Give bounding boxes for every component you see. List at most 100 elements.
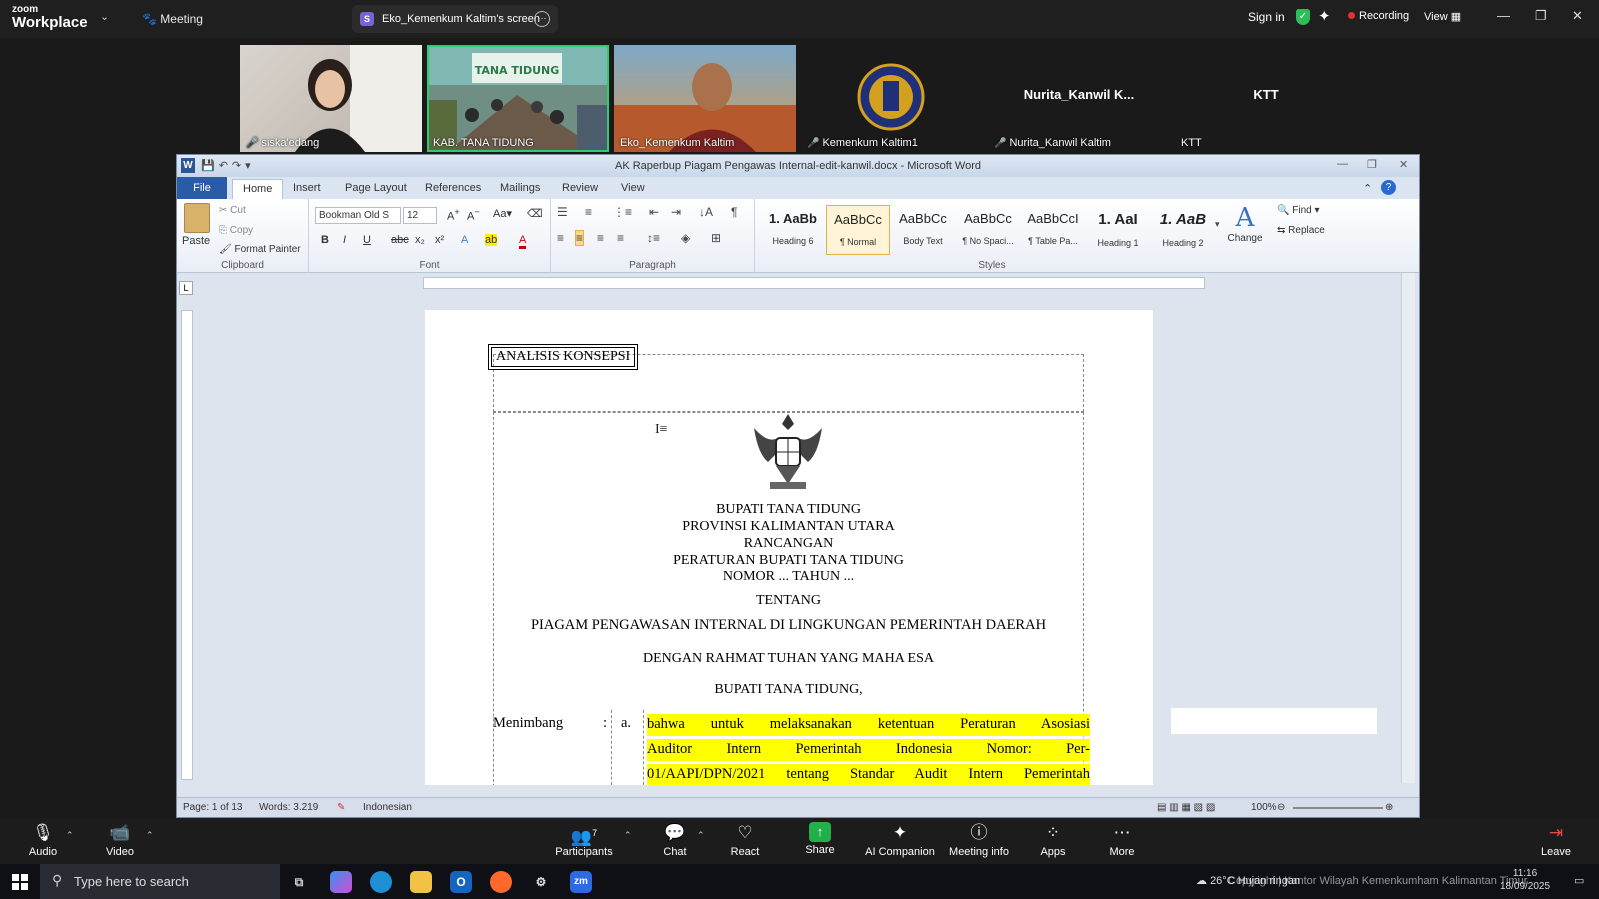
grow-font-icon[interactable]: A+ — [447, 207, 460, 223]
minimize-icon[interactable]: — — [1497, 8, 1510, 23]
text-effects-icon[interactable]: A — [461, 234, 468, 246]
shared-screen-tab[interactable]: S Eko_Kemenkum Kaltim's screen ··· — [352, 5, 558, 33]
find-button[interactable]: 🔍 Find ▾ — [1277, 205, 1320, 216]
tab-file[interactable]: File — [177, 177, 227, 199]
multilevel-list-icon[interactable]: ⋮≡ — [613, 205, 632, 219]
recording-indicator[interactable]: Recording — [1348, 10, 1409, 22]
change-case-icon[interactable]: Aa▾ — [493, 207, 512, 220]
vertical-scrollbar[interactable] — [1401, 273, 1415, 783]
shading-icon[interactable]: ◈ — [681, 231, 690, 245]
bullets-icon[interactable]: ☰ — [557, 205, 568, 219]
strikethrough-icon[interactable]: abc — [391, 234, 409, 246]
video-tile-1[interactable]: 🎤 siska'edang — [240, 45, 422, 152]
share-button[interactable]: ↑ Share — [785, 822, 855, 856]
view-menu[interactable]: View ▦ — [1424, 10, 1461, 23]
system-clock[interactable]: 11:16 18/09/2025 — [1500, 867, 1550, 893]
file-explorer-icon[interactable] — [410, 871, 432, 893]
tab-mailings[interactable]: Mailings — [500, 182, 540, 194]
apps-button[interactable]: ⁘ Apps — [1018, 822, 1088, 858]
word-count[interactable]: Words: 3.219 — [259, 802, 318, 813]
participants-button[interactable]: 👥7 Participants — [549, 822, 619, 858]
tab-review[interactable]: Review — [562, 182, 598, 194]
paste-button[interactable]: Paste — [182, 235, 210, 247]
leave-button[interactable]: ⇥ Leave — [1521, 822, 1591, 858]
outlook-icon[interactable]: O — [450, 871, 472, 893]
change-styles-button[interactable]: A Change — [1225, 203, 1265, 244]
zoom-slider[interactable] — [1293, 807, 1383, 809]
styles-more-icon[interactable]: ▾ — [1215, 219, 1220, 230]
bold-icon[interactable]: B — [321, 234, 329, 246]
horizontal-ruler[interactable] — [423, 277, 1205, 289]
font-color-icon[interactable]: A — [519, 234, 527, 249]
numbering-icon[interactable]: ≡ — [585, 205, 592, 219]
underline-icon[interactable]: U — [363, 234, 371, 246]
font-size-select[interactable]: 12 — [403, 207, 437, 224]
chevron-down-icon[interactable]: ⌄ — [100, 10, 109, 23]
sort-icon[interactable]: ↓A — [699, 205, 713, 219]
sign-in-button[interactable]: Sign in — [1248, 10, 1285, 24]
security-shield-icon[interactable]: ✓ — [1296, 9, 1310, 25]
style-table-paragraph[interactable]: AaBbCcI ¶ Table Pa... — [1021, 205, 1085, 255]
more-button[interactable]: ⋯ More — [1087, 822, 1157, 858]
cut-button[interactable]: ✂ Cut — [219, 205, 246, 216]
subscript-icon[interactable]: x₂ — [415, 234, 425, 246]
more-options-icon[interactable]: ··· — [534, 11, 550, 27]
zoom-out-icon[interactable]: ⊖ — [1277, 802, 1285, 813]
word-minimize-icon[interactable]: — — [1337, 158, 1348, 170]
increase-indent-icon[interactable]: ⇥ — [671, 205, 681, 219]
video-button[interactable]: 📹 Video — [85, 822, 155, 858]
tab-page-layout[interactable]: Page Layout — [345, 182, 407, 194]
ribbon-collapse-icon[interactable]: ⌃ — [1363, 182, 1372, 195]
zoom-app-icon[interactable]: zm — [570, 871, 592, 893]
react-button[interactable]: ♡ React — [710, 822, 780, 858]
copy-button[interactable]: ⎘ Copy — [219, 225, 253, 236]
tab-home[interactable]: Home — [232, 179, 284, 199]
audio-options-icon[interactable]: ⌃ — [66, 830, 74, 841]
align-left-icon[interactable]: ≡ — [557, 231, 564, 245]
style-normal[interactable]: AaBbCc ¶ Normal — [826, 205, 890, 255]
video-tile-3[interactable]: Eko_Kemenkum Kaltim — [614, 45, 796, 152]
restore-icon[interactable]: ❐ — [1535, 8, 1547, 24]
zoom-in-icon[interactable]: ⊕ — [1385, 802, 1393, 813]
superscript-icon[interactable]: x² — [435, 234, 444, 246]
firefox-icon[interactable] — [490, 871, 512, 893]
video-tile-4[interactable]: 🎤 Kemenkum Kaltim1 — [801, 45, 983, 152]
edge-icon[interactable] — [370, 871, 392, 893]
proofing-icon[interactable]: ✎ — [337, 802, 345, 813]
tab-selector[interactable]: L — [179, 281, 193, 295]
video-tile-2[interactable]: TANA TIDUNG KAB. TANA TIDUNG — [427, 45, 609, 152]
windows-start-icon[interactable] — [12, 874, 28, 890]
ai-companion-button[interactable]: ✦ AI Companion — [865, 822, 935, 858]
zoom-level[interactable]: 100% — [1251, 802, 1277, 813]
style-heading-2[interactable]: 1. AaB Heading 2 — [1151, 205, 1215, 255]
meeting-info-button[interactable]: ⓘ Meeting info — [944, 822, 1014, 858]
font-name-select[interactable]: Bookman Old S — [315, 207, 401, 224]
ai-sparkle-icon[interactable]: ✦ — [1318, 7, 1331, 25]
close-icon[interactable]: ✕ — [1572, 8, 1583, 24]
copilot-icon[interactable] — [330, 871, 352, 893]
tab-insert[interactable]: Insert — [293, 182, 321, 194]
italic-icon[interactable]: I — [343, 234, 346, 246]
help-icon[interactable]: ? — [1381, 180, 1396, 195]
style-heading-6[interactable]: 1. AaBb Heading 6 — [761, 205, 825, 255]
taskbar-search[interactable]: ⚲ Type here to search — [40, 864, 280, 899]
align-right-icon[interactable]: ≡ — [597, 231, 604, 245]
document-page[interactable]: ANALISIS KONSEPSI I≡ BUPATI TANA TIDUNG … — [425, 310, 1153, 785]
tab-references[interactable]: References — [425, 182, 481, 194]
video-tile-6[interactable]: KTT KTT — [1175, 45, 1357, 152]
view-buttons[interactable]: ▤ ▥ ▦ ▧ ▨ — [1157, 802, 1215, 813]
notifications-icon[interactable]: ▭ — [1574, 874, 1584, 887]
style-no-spacing[interactable]: AaBbCc ¶ No Spaci... — [956, 205, 1020, 255]
word-close-icon[interactable]: ✕ — [1399, 158, 1408, 171]
tab-view[interactable]: View — [621, 182, 645, 194]
video-options-icon[interactable]: ⌃ — [146, 830, 154, 841]
decrease-indent-icon[interactable]: ⇤ — [649, 205, 659, 219]
task-view-icon[interactable]: ⧉ — [288, 871, 310, 893]
line-spacing-icon[interactable]: ↕≡ — [647, 231, 660, 245]
format-painter-button[interactable]: 🖌 Format Painter — [219, 244, 301, 255]
shrink-font-icon[interactable]: A− — [467, 207, 480, 223]
borders-icon[interactable]: ⊞ — [711, 231, 721, 245]
show-marks-icon[interactable]: ¶ — [731, 205, 737, 219]
justify-icon[interactable]: ≡ — [617, 231, 624, 245]
settings-icon[interactable]: ⚙ — [530, 871, 552, 893]
